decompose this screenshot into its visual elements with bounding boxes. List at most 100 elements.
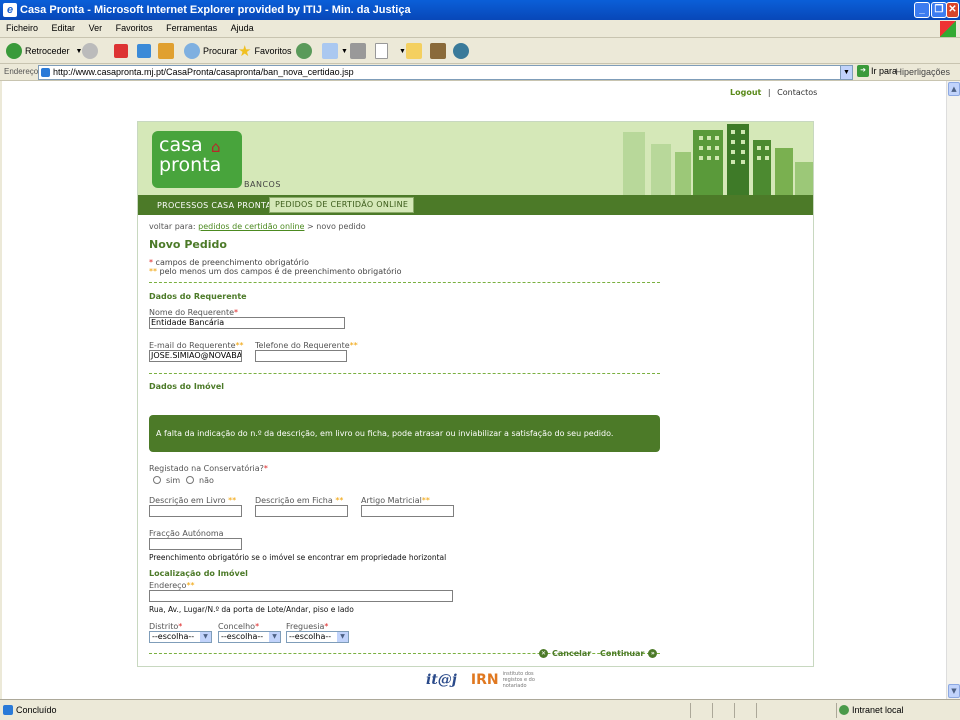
history-icon <box>296 43 312 59</box>
browser-window: e Casa Pronta - Microsoft Internet Explo… <box>0 0 960 720</box>
maximize-button[interactable]: ❐ <box>931 2 947 18</box>
separator: | <box>767 88 771 97</box>
print-button[interactable] <box>350 42 369 60</box>
home-icon <box>158 43 174 59</box>
legend: * campos de preenchimento obrigatório **… <box>149 258 402 276</box>
search-label: Procurar <box>203 46 238 56</box>
scroll-up-icon[interactable]: ▲ <box>948 82 960 96</box>
status-bar: Concluído Intranet local <box>0 699 960 720</box>
fraccao-hint: Preenchimento obrigatório se o imóvel se… <box>149 553 447 562</box>
crumb-link[interactable]: pedidos de certidão online <box>198 222 304 231</box>
sim-label: sim <box>166 476 181 485</box>
distrito-label: Distrito* <box>149 622 183 631</box>
localizacao-title: Localização do Imóvel <box>149 569 248 578</box>
chevron-down-icon: ▼ <box>337 632 348 642</box>
fraccao-input[interactable] <box>149 538 242 550</box>
site-header: casa pronta ⌂ BANCOS <box>138 122 813 195</box>
windows-logo-icon <box>940 21 956 37</box>
continue-button[interactable]: Continuar » <box>600 649 658 658</box>
menu-ficheiro[interactable]: Ficheiro <box>0 20 43 33</box>
livro-input[interactable] <box>149 505 242 517</box>
scroll-down-icon[interactable]: ▼ <box>948 684 960 698</box>
refresh-button[interactable] <box>137 42 154 60</box>
forward-button[interactable] <box>82 42 101 60</box>
links-label[interactable]: Hiperligações <box>895 67 950 77</box>
freguesia-select[interactable]: --escolha-- ▼ <box>286 631 349 643</box>
close-icon: ✕ <box>539 649 548 658</box>
search-button[interactable]: Procurar <box>184 42 238 60</box>
tab-processos[interactable]: PROCESSOS CASA PRONTA <box>152 198 276 213</box>
divider <box>149 282 660 283</box>
section-imovel: Dados do Imóvel <box>149 382 225 391</box>
mail-icon <box>322 43 338 59</box>
toolbar: Retroceder ▼ Procurar ★ Favoritos ▼ ▼ <box>0 38 960 64</box>
artigo-input[interactable] <box>361 505 454 517</box>
crumb-suffix: > novo pedido <box>307 222 366 231</box>
distrito-select[interactable]: --escolha-- ▼ <box>149 631 212 643</box>
address-input[interactable]: http://www.casapronta.mj.pt/CasaPronta/c… <box>38 65 853 80</box>
go-button[interactable]: ➜ Ir para <box>857 65 897 77</box>
minimize-button[interactable]: _ <box>914 2 930 18</box>
menu-ferramentas[interactable]: Ferramentas <box>160 20 222 33</box>
go-arrow-icon: ➜ <box>857 65 869 77</box>
cancel-button[interactable]: ✕ Cancelar <box>539 649 591 658</box>
ficha-input[interactable] <box>255 505 348 517</box>
telefone-input[interactable] <box>255 350 347 362</box>
people-icon <box>453 43 469 59</box>
logout-link[interactable]: Logout <box>730 88 761 97</box>
bancos-label: BANCOS <box>244 180 281 189</box>
back-button[interactable]: Retroceder ▼ <box>6 42 82 60</box>
endereco-input[interactable] <box>149 590 453 602</box>
crumb-prefix: voltar para: <box>149 222 199 231</box>
logo-line1: casa <box>159 134 203 156</box>
status-divider <box>836 703 837 718</box>
history-button[interactable] <box>296 42 315 60</box>
word-icon <box>375 43 388 59</box>
status-divider <box>756 703 757 718</box>
star-icon: ★ <box>238 43 252 60</box>
optional-mark: ** <box>149 267 157 276</box>
menu-bar: Ficheiro Editar Ver Favoritos Ferramenta… <box>0 20 960 38</box>
address-bar: Endereço http://www.casapronta.mj.pt/Cas… <box>0 64 960 81</box>
top-links: Logout | Contactos <box>730 88 817 97</box>
radio-nao[interactable] <box>186 476 194 484</box>
word-button[interactable]: ▼ <box>375 42 406 60</box>
nao-label: não <box>199 476 214 485</box>
casa-pronta-logo[interactable]: casa pronta ⌂ <box>152 131 242 188</box>
title-bar: e Casa Pronta - Microsoft Internet Explo… <box>0 0 960 20</box>
nome-input[interactable]: Entidade Bancária <box>149 317 345 329</box>
address-dropdown-icon[interactable]: ▼ <box>840 65 853 80</box>
stop-button[interactable] <box>114 42 131 60</box>
status-text: Concluído <box>3 705 57 715</box>
close-button[interactable]: ✕ <box>946 2 959 18</box>
ie-icon: e <box>3 3 17 17</box>
mail-button[interactable]: ▼ <box>322 42 348 60</box>
research-button[interactable] <box>430 42 449 60</box>
email-input[interactable]: JOSE.SIMIAO@NOVABA <box>149 350 242 362</box>
required-note: campos de preenchimento obrigatório <box>153 258 309 267</box>
page-title: Novo Pedido <box>149 238 227 251</box>
favorites-button[interactable]: ★ Favoritos <box>238 42 291 60</box>
contacts-link[interactable]: Contactos <box>777 88 817 97</box>
menu-ver[interactable]: Ver <box>83 20 108 33</box>
registado-label: Registado na Conservatória?* <box>149 464 268 473</box>
forward-arrow-icon <box>82 43 98 59</box>
concelho-select[interactable]: --escolha-- ▼ <box>218 631 281 643</box>
menu-ajuda[interactable]: Ajuda <box>225 20 259 33</box>
status-divider <box>734 703 735 718</box>
menu-favoritos[interactable]: Favoritos <box>110 20 158 33</box>
section-requerente: Dados do Requerente <box>149 292 247 301</box>
optional-note: pelo menos um dos campos é de preenchime… <box>157 267 402 276</box>
menu-editar[interactable]: Editar <box>46 20 81 33</box>
search-icon <box>184 43 200 59</box>
house-roof-icon: ⌂ <box>211 138 221 156</box>
vertical-scrollbar[interactable]: ▲ ▼ <box>946 81 960 699</box>
radio-sim[interactable] <box>153 476 161 484</box>
print-icon <box>350 43 366 59</box>
home-button[interactable] <box>158 42 177 60</box>
artigo-label: Artigo Matricial** <box>361 496 430 505</box>
people-button[interactable] <box>453 42 472 60</box>
tab-pedidos[interactable]: PEDIDOS DE CERTIDÃO ONLINE <box>269 197 415 213</box>
stop-icon <box>114 44 128 58</box>
messenger-button[interactable] <box>406 42 425 60</box>
